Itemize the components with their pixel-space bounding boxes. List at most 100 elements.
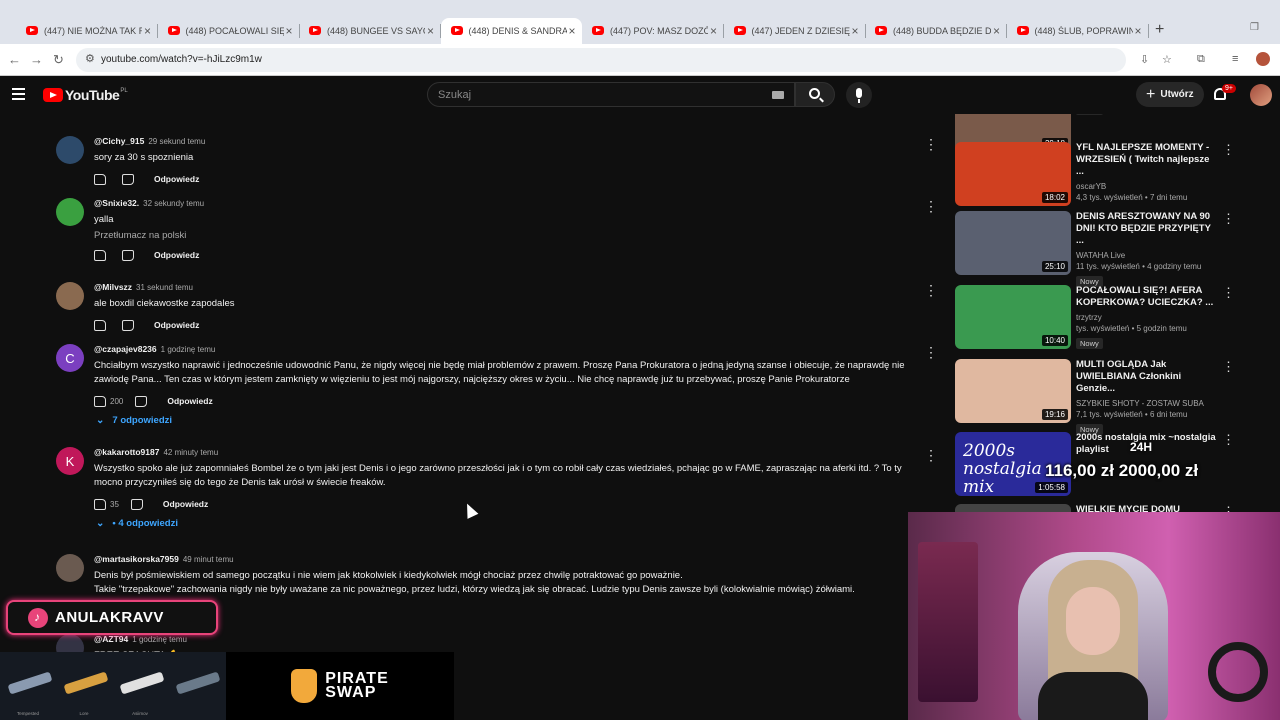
video-menu-icon[interactable]: ⋮ [1222, 142, 1235, 158]
channel-name[interactable]: trzytrzy [1076, 313, 1216, 322]
comment-author[interactable]: @kakarotto9187 [94, 447, 159, 457]
video-menu-icon[interactable]: ⋮ [1222, 359, 1235, 375]
close-tab-icon[interactable]: × [144, 24, 151, 38]
like-icon[interactable] [94, 173, 106, 185]
youtube-logo[interactable]: YouTube PL [43, 87, 128, 103]
show-replies-button[interactable]: ⌄ 7 odpowiedzi [96, 415, 914, 426]
close-tab-icon[interactable]: × [710, 24, 717, 38]
reload-icon[interactable]: ↻ [53, 52, 64, 68]
dislike-icon[interactable] [122, 319, 134, 331]
account-avatar[interactable] [1250, 84, 1272, 106]
reply-button[interactable]: Odpowiedz [154, 174, 199, 184]
browser-tab[interactable]: (447) JEDEN Z DZIESIĘCIU× [724, 18, 866, 44]
show-replies-button[interactable]: ⌄ • 4 odpowiedzi [96, 518, 914, 529]
video-title[interactable]: DENIS ARESZTOWANY NA 90 DNI! KTO BĘDZIE … [1076, 211, 1216, 247]
commenter-avatar[interactable] [56, 282, 84, 310]
like-icon[interactable] [94, 319, 106, 331]
comment-menu-icon[interactable]: ⋮ [924, 447, 938, 464]
install-icon[interactable]: ⇩ [1140, 53, 1149, 66]
comment-time[interactable]: 1 godzinę temu [132, 635, 187, 644]
menu-hamburger-icon[interactable] [12, 88, 25, 100]
commenter-avatar[interactable]: K [56, 447, 84, 475]
comment-menu-icon[interactable]: ⋮ [924, 198, 938, 215]
recommended-video[interactable]: 25:10 DENIS ARESZTOWANY NA 90 DNI! KTO BĘ… [955, 211, 1240, 287]
close-tab-icon[interactable]: × [993, 24, 1000, 38]
channel-name[interactable]: WATAHA Live [1076, 251, 1216, 260]
dislike-icon[interactable] [135, 395, 148, 407]
channel-name[interactable]: SZYBKIE SHOTY - ZOSTAW SUBA [1076, 399, 1216, 408]
create-button[interactable]: + Utwórz [1136, 82, 1204, 107]
comment-time[interactable]: 31 sekund temu [136, 283, 193, 292]
dislike-icon[interactable] [122, 173, 134, 185]
close-tab-icon[interactable]: × [1134, 24, 1141, 38]
video-title[interactable]: YFL NAJLEPSZE MOMENTY - WRZESIEŃ ( Twitc… [1076, 142, 1216, 178]
video-title[interactable]: POCAŁOWALI SIĘ?! AFERA KOPERKOWA? UCIECZ… [1076, 285, 1216, 309]
comment-author[interactable]: @Milvszz [94, 282, 132, 292]
channel-name[interactable]: oscarYB [1076, 182, 1216, 191]
close-tab-icon[interactable]: × [568, 24, 575, 38]
comment-time[interactable]: 42 minuty temu [163, 448, 218, 457]
close-tab-icon[interactable]: × [851, 24, 858, 38]
video-thumbnail[interactable]: 10:40 [955, 285, 1071, 349]
browser-tab[interactable]: (448) ŚLUB, POPRAWINY × [1007, 18, 1149, 44]
dislike-icon[interactable] [122, 249, 134, 261]
url-field[interactable]: ⚙ youtube.com/watch?v=-hJiLzc9m1w [76, 48, 1126, 72]
dislike-icon[interactable] [130, 498, 143, 510]
close-tab-icon[interactable]: × [285, 24, 292, 38]
comment-author[interactable]: @martasikorska7959 [94, 554, 179, 564]
browser-tab[interactable]: (447) POV: MASZ DOZÓR × [582, 18, 724, 44]
browser-tab[interactable]: (448) POCAŁOWALI SIĘ?! × [158, 18, 300, 44]
back-icon[interactable]: ← [8, 52, 21, 67]
site-info-icon[interactable]: ⚙ [85, 52, 95, 65]
video-menu-icon[interactable]: ⋮ [1222, 285, 1235, 301]
menu-icon[interactable]: ≡ [1232, 53, 1238, 65]
translate-link[interactable]: Przetłumacz na polski [94, 230, 914, 241]
keyboard-icon[interactable] [772, 91, 784, 99]
browser-tab[interactable]: (447) NIE MOŻNA TAK ROBIĆ× [16, 18, 158, 44]
video-menu-icon[interactable]: ⋮ [1222, 211, 1235, 227]
extensions-icon[interactable]: ⧉ [1197, 53, 1205, 66]
recommended-video[interactable]: 18:02 YFL NAJLEPSZE MOMENTY - WRZESIEŃ ( … [955, 142, 1240, 210]
browser-tab[interactable]: (448) DENIS & SANDRA × [440, 18, 582, 44]
comment-menu-icon[interactable]: ⋮ [924, 344, 938, 361]
commenter-avatar[interactable]: C [56, 344, 84, 372]
recommended-video[interactable]: 10:40 POCAŁOWALI SIĘ?! AFERA KOPERKOWA? U… [955, 285, 1240, 353]
commenter-avatar[interactable] [56, 136, 84, 164]
reply-button[interactable]: Odpowiedz [167, 396, 212, 406]
browser-tab[interactable]: (448) BUDDA BĘDZIE DEF× [865, 18, 1007, 44]
commenter-avatar[interactable] [56, 198, 84, 226]
search-input[interactable]: Szukaj [427, 82, 795, 107]
comment-time[interactable]: 49 minut temu [183, 555, 234, 564]
close-tab-icon[interactable]: × [427, 24, 434, 38]
reply-button[interactable]: Odpowiedz [154, 320, 199, 330]
reply-button[interactable]: Odpowiedz [154, 250, 199, 260]
search-button[interactable] [795, 82, 835, 107]
comment-author[interactable]: @czapajev8236 [94, 344, 157, 354]
reply-button[interactable]: Odpowiedz [163, 499, 208, 509]
video-thumbnail[interactable]: 25:10 [955, 211, 1071, 275]
commenter-avatar[interactable] [56, 554, 84, 582]
browser-tab[interactable]: (448) BUNGEE VS SAYGO!× [299, 18, 441, 44]
video-title[interactable]: MULTI OGLĄDA Jak UWIELBIANA Członkini Ge… [1076, 359, 1216, 395]
comment-author[interactable]: @AZT94 [94, 634, 128, 644]
window-restore-icon[interactable]: ❐ [1250, 22, 1259, 33]
comment-time[interactable]: 29 sekund temu [148, 137, 205, 146]
video-thumbnail[interactable]: 18:02 [955, 142, 1071, 206]
forward-icon[interactable]: → [30, 52, 43, 67]
comment-time[interactable]: 1 godzinę temu [161, 345, 216, 354]
comment-menu-icon[interactable]: ⋮ [924, 136, 938, 153]
voice-search-icon[interactable] [846, 82, 872, 108]
comment-menu-icon[interactable]: ⋮ [924, 282, 938, 299]
comment-time[interactable]: 32 sekundy temu [143, 199, 204, 208]
profile-avatar[interactable] [1256, 52, 1270, 66]
video-thumbnail[interactable]: 19:16 [955, 359, 1071, 423]
comment-author[interactable]: @Cichy_915 [94, 136, 144, 146]
video-menu-icon[interactable]: ⋮ [1222, 432, 1235, 448]
new-tab-icon[interactable]: + [1155, 21, 1164, 39]
like-icon[interactable] [94, 498, 106, 510]
recommended-video[interactable]: 19:16 MULTI OGLĄDA Jak UWIELBIANA Członki… [955, 359, 1240, 435]
like-icon[interactable] [94, 395, 106, 407]
bookmark-star-icon[interactable]: ☆ [1162, 53, 1172, 66]
comment-author[interactable]: @Snixie32. [94, 198, 139, 208]
like-icon[interactable] [94, 249, 106, 261]
